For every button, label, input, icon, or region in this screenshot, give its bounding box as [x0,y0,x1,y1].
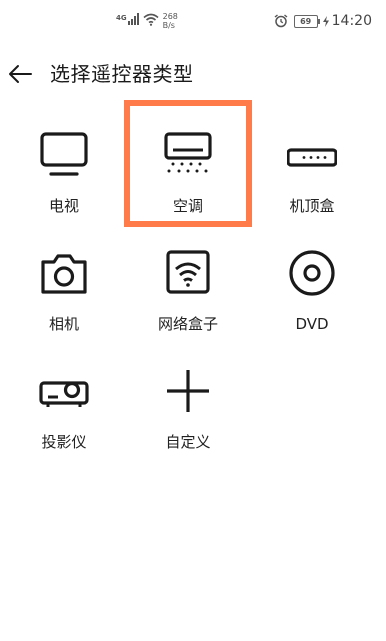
set-top-box-icon [287,148,337,167]
dvd-icon [289,250,335,296]
plus-icon [167,370,209,412]
projector-icon [39,381,89,407]
device-camera[interactable]: 相机 [14,240,114,340]
title-bar: 选择遥控器类型 [0,50,386,98]
device-label: 投影仪 [41,433,87,451]
device-set-top-box[interactable]: 机顶盒 [262,122,362,222]
device-label: 电视 [48,197,79,215]
status-bar: 4G 268 B/s 69 14:20 [0,0,386,44]
charging-icon [322,15,329,27]
back-arrow-icon [9,65,32,83]
device-label: DVD [295,315,329,333]
camera-icon [41,254,87,294]
wifi-icon [143,13,159,26]
status-center: 4G 268 B/s [116,12,178,34]
speed-value: 268 [162,12,178,21]
back-button[interactable] [6,59,36,89]
device-network-box[interactable]: 网络盒子 [138,240,238,340]
network-speed: 268 B/s [163,12,178,30]
device-custom[interactable]: 自定义 [138,358,238,458]
device-label: 空调 [172,197,203,215]
device-label: 网络盒子 [157,315,218,333]
status-right: 69 14:20 [274,12,372,30]
tv-icon [40,132,88,176]
battery-icon: 69 [293,14,320,28]
clock: 14:20 [331,13,372,29]
device-projector[interactable]: 投影仪 [14,358,114,458]
network-box-icon [166,250,210,294]
device-label: 相机 [48,315,79,333]
speed-unit: B/s [162,21,175,30]
alarm-icon [274,14,288,28]
signal-icon [127,12,139,25]
battery-level: 69 [300,16,312,26]
device-tv[interactable]: 电视 [14,122,114,222]
air-conditioner-icon [164,132,212,173]
device-dvd[interactable]: DVD [262,240,362,340]
device-air-conditioner[interactable]: 空调 [138,122,238,222]
device-label: 机顶盒 [289,197,335,215]
page-title: 选择遥控器类型 [50,62,194,86]
device-label: 自定义 [165,433,211,451]
network-type: 4G [116,14,127,22]
